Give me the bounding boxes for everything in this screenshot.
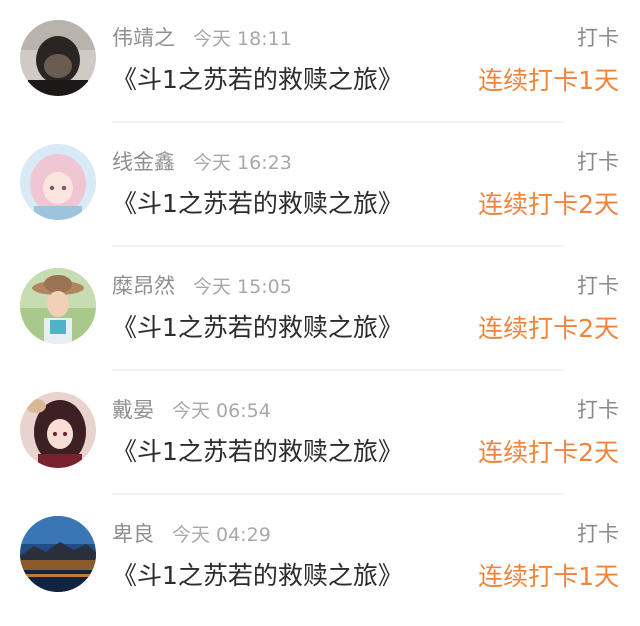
divider bbox=[112, 369, 564, 371]
timestamp: 今天 06:54 bbox=[172, 400, 271, 422]
username-line: 伟靖之 今天 18:11 bbox=[112, 22, 292, 52]
action-label: 打卡 bbox=[577, 26, 619, 50]
username[interactable]: 线金鑫 bbox=[112, 150, 175, 174]
username[interactable]: 戴晏 bbox=[112, 398, 154, 422]
night-landscape-avatar bbox=[20, 516, 96, 592]
action-label: 打卡 bbox=[577, 274, 619, 298]
username[interactable]: 伟靖之 bbox=[112, 26, 175, 50]
action-label: 打卡 bbox=[577, 150, 619, 174]
book-title[interactable]: 《斗1之苏若的救赎之旅》 bbox=[112, 184, 403, 220]
checkin-list: 伟靖之 今天 18:11 打卡 《斗1之苏若的救赎之旅》 连续打卡1天 线金鑫 今天… bbox=[0, 0, 640, 620]
book-title[interactable]: 《斗1之苏若的救赎之旅》 bbox=[112, 556, 403, 592]
avatar[interactable] bbox=[20, 20, 96, 96]
streak-label: 连续打卡1天 bbox=[478, 562, 619, 591]
streak-label: 连续打卡2天 bbox=[478, 314, 619, 343]
avatar[interactable] bbox=[20, 392, 96, 468]
divider bbox=[112, 493, 564, 495]
book-title[interactable]: 《斗1之苏若的救赎之旅》 bbox=[112, 308, 403, 344]
book-title[interactable]: 《斗1之苏若的救赎之旅》 bbox=[112, 60, 403, 96]
username-line: 卑良 今天 04:29 bbox=[112, 518, 271, 548]
action-label: 打卡 bbox=[577, 398, 619, 422]
streak-label: 连续打卡2天 bbox=[478, 190, 619, 219]
list-item[interactable]: 卑良 今天 04:29 打卡 《斗1之苏若的救赎之旅》 连续打卡1天 bbox=[0, 496, 640, 620]
username[interactable]: 糜昂然 bbox=[112, 274, 175, 298]
list-item[interactable]: 戴晏 今天 06:54 打卡 《斗1之苏若的救赎之旅》 连续打卡2天 bbox=[0, 372, 640, 496]
avatar[interactable] bbox=[20, 516, 96, 592]
streak-label: 连续打卡1天 bbox=[478, 66, 619, 95]
action-label: 打卡 bbox=[577, 522, 619, 546]
list-item[interactable]: 伟靖之 今天 18:11 打卡 《斗1之苏若的救赎之旅》 连续打卡1天 bbox=[0, 0, 640, 124]
username[interactable]: 卑良 bbox=[112, 522, 154, 546]
avatar[interactable] bbox=[20, 268, 96, 344]
username-line: 戴晏 今天 06:54 bbox=[112, 394, 271, 424]
username-line: 线金鑫 今天 16:23 bbox=[112, 146, 292, 176]
timestamp: 今天 16:23 bbox=[193, 152, 292, 174]
timestamp: 今天 18:11 bbox=[193, 28, 292, 50]
list-item[interactable]: 糜昂然 今天 15:05 打卡 《斗1之苏若的救赎之旅》 连续打卡2天 bbox=[0, 248, 640, 372]
anime-girl-avatar bbox=[20, 392, 96, 468]
timestamp: 今天 04:29 bbox=[172, 524, 271, 546]
username-line: 糜昂然 今天 15:05 bbox=[112, 270, 292, 300]
list-item[interactable]: 线金鑫 今天 16:23 打卡 《斗1之苏若的救赎之旅》 连续打卡2天 bbox=[0, 124, 640, 248]
divider bbox=[112, 121, 564, 123]
book-title[interactable]: 《斗1之苏若的救赎之旅》 bbox=[112, 432, 403, 468]
pink-hair-girl-avatar bbox=[20, 144, 96, 220]
timestamp: 今天 15:05 bbox=[193, 276, 292, 298]
girl-with-hat-avatar bbox=[20, 268, 96, 344]
dark-portrait-avatar bbox=[20, 20, 96, 96]
avatar[interactable] bbox=[20, 144, 96, 220]
streak-label: 连续打卡2天 bbox=[478, 438, 619, 467]
divider bbox=[112, 245, 564, 247]
